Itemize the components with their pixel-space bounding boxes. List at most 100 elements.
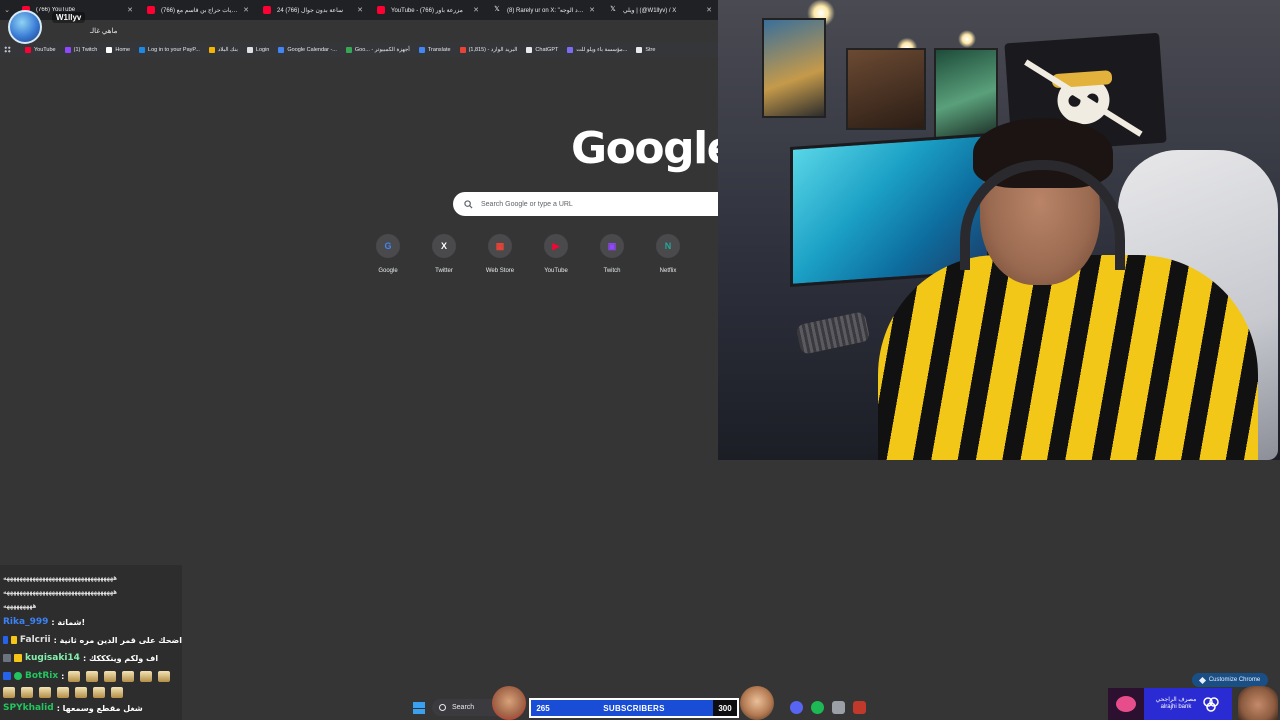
- close-tab-icon[interactable]: ✕: [357, 6, 363, 14]
- apps-grid-icon[interactable]: [4, 46, 11, 53]
- bookmark-favicon-icon: [106, 46, 113, 53]
- streamer-avatar: [8, 10, 42, 44]
- customize-chrome-button[interactable]: Customize Chrome: [1192, 673, 1268, 687]
- emote-icon: [86, 670, 99, 682]
- bookmark-item[interactable]: Google Calendar -...: [278, 46, 337, 53]
- bookmark-favicon-icon: [636, 46, 643, 53]
- bookmark-favicon-icon: [345, 46, 352, 53]
- app-icon[interactable]: [832, 701, 845, 714]
- tab-5[interactable]: 𝕏 (8) Rarely ur on X: "سواد الوجه ✕: [485, 0, 601, 20]
- bookmark-item[interactable]: Home: [106, 46, 131, 53]
- streamer-jersey: [878, 255, 1258, 460]
- bookmark-item[interactable]: Translate: [418, 46, 451, 53]
- sponsor-banner: مصرف الراجحي alrajhi bank: [1144, 688, 1232, 720]
- streamer-name: W1llyv: [52, 12, 86, 23]
- subscriber-goal: 300: [713, 700, 737, 716]
- chat-message: Rika_999 : شماتة!: [0, 613, 182, 631]
- bookmark-item[interactable]: Stre: [636, 46, 655, 53]
- emote-icon: [57, 686, 69, 698]
- bookmark-item[interactable]: Log in to your PayP...: [139, 46, 200, 53]
- search-box[interactable]: Search Google or type a URL: [453, 192, 718, 216]
- bank-logo-icon: [1203, 697, 1220, 712]
- spotify-icon[interactable]: [811, 701, 824, 714]
- microphone: [795, 311, 871, 355]
- webcam-overlay: [718, 0, 1280, 460]
- shortcut-tile[interactable]: ▶ YouTube: [533, 234, 579, 274]
- emote-icon: [93, 686, 105, 698]
- tab-2[interactable]: تحديات حراج بن قاسم مع (766) ✕: [139, 0, 255, 20]
- streamer-subtitle: ماهي غالـ: [90, 28, 118, 35]
- close-tab-icon[interactable]: ✕: [243, 6, 249, 14]
- crown-badge-icon: [11, 636, 17, 644]
- emote-icon: [3, 686, 15, 698]
- bookmark-favicon-icon: [246, 46, 253, 53]
- x-icon: 𝕏: [610, 6, 616, 13]
- chat-username: BotRix: [25, 671, 59, 681]
- bookmark-label: Google Calendar -...: [287, 46, 337, 53]
- customize-chrome-label: Customize Chrome: [1208, 677, 1261, 683]
- chat-username: Falcrii: [19, 635, 51, 645]
- shortcut-tile[interactable]: N Netflix: [645, 234, 691, 274]
- app-icon[interactable]: [853, 701, 866, 714]
- tab-4[interactable]: YouTube - مزرعة باور (766) ✕: [369, 0, 485, 20]
- subscriber-goal-bar: 265 SUBSCRIBERS 300: [529, 698, 739, 718]
- chat-spam-line: ههههههههههههههههههههههههههههههههههه: [3, 588, 117, 596]
- bookmark-favicon-icon: [526, 46, 533, 53]
- bookmark-label: Translate: [427, 46, 451, 53]
- bookmark-label: Home: [115, 46, 131, 53]
- close-tab-icon[interactable]: ✕: [706, 6, 712, 14]
- prime-badge-icon: [3, 636, 9, 644]
- shortcut-label: Twitch: [603, 268, 621, 274]
- wall-poster: [934, 48, 998, 140]
- close-tab-icon[interactable]: ✕: [589, 6, 595, 14]
- emote-icon: [75, 686, 87, 698]
- bookmark-item[interactable]: بنك البلاد: [208, 46, 238, 53]
- tab-3[interactable]: 24 ساعة بدون جوال (766) ✕: [255, 0, 369, 20]
- shortcut-tile[interactable]: G Google: [365, 234, 411, 274]
- bookmark-item[interactable]: البريد الوارد - (1,815): [459, 46, 518, 53]
- prime-badge-icon: [3, 672, 11, 680]
- bookmark-label: البريد الوارد - (1,815): [468, 46, 518, 53]
- bookmark-item[interactable]: (1) Twitch: [64, 46, 98, 53]
- x-icon: 𝕏: [494, 6, 500, 13]
- bookmark-label: YouTube: [34, 46, 56, 53]
- shortcut-favicon-icon: X: [432, 234, 456, 258]
- shortcut-tile[interactable]: ▣ Twitch: [589, 234, 635, 274]
- shortcut-favicon-icon: ▶: [544, 234, 568, 258]
- bookmark-label: بنك البلاد: [217, 46, 238, 53]
- bookmark-label: (1) Twitch: [73, 46, 98, 53]
- search-placeholder: Search Google or type a URL: [481, 200, 573, 208]
- bookmark-label: Goo... - أجهزة الكمبيوتر: [354, 46, 410, 53]
- bookmark-item[interactable]: YouTube: [25, 46, 56, 53]
- chat-spam-line: هههههههههه: [3, 602, 37, 610]
- discord-icon[interactable]: [790, 701, 803, 714]
- shortcut-label: Google: [378, 268, 398, 274]
- shortcut-tile[interactable]: X Twitter: [421, 234, 467, 274]
- emote-icon: [158, 670, 171, 682]
- bookmark-item[interactable]: Goo... - أجهزة الكمبيوتر: [345, 46, 410, 53]
- shortcut-label: YouTube: [544, 268, 568, 274]
- bookmark-label: مؤسسة باء ويلو للت...: [576, 46, 628, 53]
- bookmark-favicon-icon: [139, 46, 146, 53]
- subscriber-count: 265: [536, 703, 550, 713]
- youtube-icon: [377, 6, 385, 14]
- close-tab-icon[interactable]: ✕: [127, 6, 133, 14]
- sub-badge-icon: [3, 654, 11, 662]
- emote-icon: [39, 686, 51, 698]
- shortcut-tile[interactable]: ▦ Web Store: [477, 234, 523, 274]
- close-tab-icon[interactable]: ✕: [473, 6, 479, 14]
- windows-start-icon[interactable]: [413, 702, 425, 714]
- bookmark-item[interactable]: Login: [246, 46, 269, 53]
- bookmark-item[interactable]: مؤسسة باء ويلو للت...: [567, 46, 628, 53]
- chat-message: kugisaki14 : اف ولكم وينكككك: [0, 649, 182, 667]
- bookmark-favicon-icon: [278, 46, 285, 53]
- shortcut-label: Twitter: [435, 268, 453, 274]
- sponsor-text: مصرف الراجحي alrajhi bank: [1156, 697, 1197, 711]
- tab-6[interactable]: 𝕏 ويلي | (@W1llyv) / X ✕: [601, 0, 718, 20]
- wall-poster: [846, 48, 926, 130]
- cartoon-avatar: [1238, 686, 1278, 720]
- chat-username: kugisaki14: [25, 653, 80, 663]
- bookmark-favicon-icon: [567, 46, 574, 53]
- bookmark-item[interactable]: ChatGPT: [526, 46, 558, 53]
- sponsor-line-2: alrajhi bank: [1160, 704, 1192, 710]
